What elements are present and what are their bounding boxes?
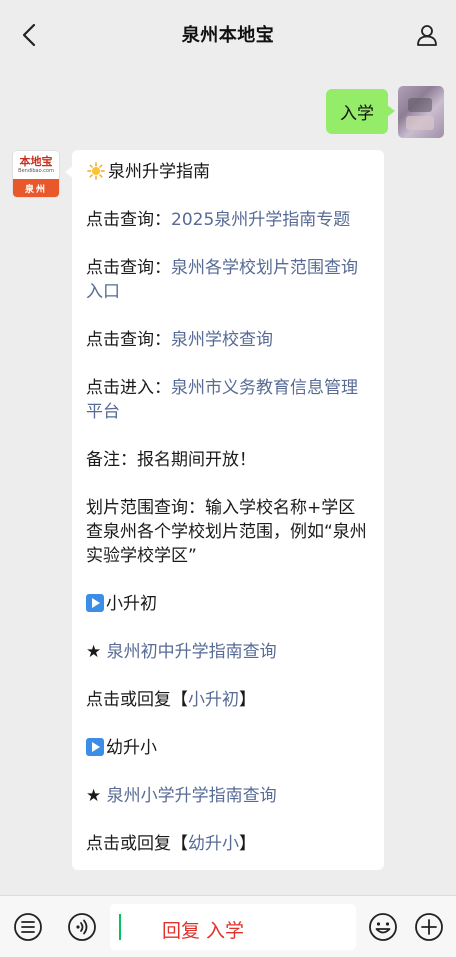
link-primary-school-guide[interactable]: 泉州小学升学指南查询	[107, 786, 277, 806]
star-item: ★ 泉州初中升学指南查询	[86, 640, 370, 664]
reply-suffix: 】	[239, 690, 256, 710]
user-avatar[interactable]	[398, 86, 444, 138]
voice-icon	[68, 913, 96, 941]
draft-text: 回复 入学	[162, 920, 245, 942]
chat-header: 泉州本地宝	[0, 0, 456, 68]
link-reply-youshengxiao[interactable]: 幼升小	[188, 834, 239, 854]
query-prefix: 点击进入：	[86, 378, 171, 398]
reply-suffix: 】	[239, 834, 256, 854]
person-icon	[417, 25, 437, 46]
link-school-query[interactable]: 泉州学校查询	[171, 330, 273, 350]
menu-button[interactable]	[12, 911, 44, 943]
section-title-text: 幼升小	[106, 738, 157, 758]
chevron-left-icon	[22, 23, 36, 47]
menu-icon	[14, 913, 42, 941]
note-text: 备注：报名期间开放！	[86, 450, 256, 470]
message-input[interactable]: 回复 入学	[110, 904, 356, 950]
input-bar: 回复 入学	[0, 895, 456, 957]
range-query-text: 划片范围查询：输入学校名称+学区查泉州各个学校划片范围，例如“泉州实验学校学区”	[86, 498, 367, 566]
section-title-text: 小升初	[106, 594, 157, 614]
query-item: 点击查询：泉州各学校划片范围查询入口	[86, 256, 370, 304]
user-message-text: 入学	[340, 104, 374, 124]
star-icon: ★	[86, 786, 107, 806]
reply-item: 点击或回复【幼升小】	[86, 832, 370, 856]
star-icon: ★	[86, 642, 107, 662]
emoji-icon	[369, 913, 397, 941]
plus-button[interactable]	[413, 911, 445, 943]
bot-message-bubble: 泉州升学指南 点击查询：2025泉州升学指南专题 点击查询：泉州各学校划片范围查…	[65, 150, 384, 870]
link-guide-topic[interactable]: 2025泉州升学指南专题	[171, 210, 350, 230]
chat-area[interactable]: 入学 本地宝 Bendibao.com 泉州 泉州升学指南 点击查询：2025泉…	[0, 68, 456, 895]
chat-title: 泉州本地宝	[181, 25, 275, 46]
logo-main-text: 本地宝	[19, 154, 53, 168]
star-item: ★ 泉州小学升学指南查询	[86, 784, 370, 808]
reply-prefix: 点击或回复【	[86, 690, 188, 710]
query-prefix: 点击查询：	[86, 330, 171, 350]
emoji-button[interactable]	[367, 911, 399, 943]
bot-avatar[interactable]: 本地宝 Bendibao.com 泉州	[12, 150, 60, 198]
query-item: 点击查询：泉州学校查询	[86, 328, 370, 352]
bot-message-row: 本地宝 Bendibao.com 泉州 泉州升学指南 点击查询：2025泉州升学…	[12, 150, 384, 870]
logo-sub-text: Bendibao.com	[18, 167, 54, 174]
plus-icon	[415, 913, 443, 941]
user-message-bubble[interactable]: 入学	[326, 89, 395, 134]
logo-city-text: 泉州	[13, 179, 59, 197]
reply-prefix: 点击或回复【	[86, 834, 188, 854]
query-item: 点击进入：泉州市义务教育信息管理平台	[86, 376, 370, 424]
bot-heading: 泉州升学指南	[86, 160, 370, 184]
user-message-row: 入学	[326, 86, 444, 138]
bot-heading-text: 泉州升学指南	[108, 162, 210, 182]
sun-icon	[87, 162, 105, 180]
back-button[interactable]	[14, 20, 44, 50]
query-prefix: 点击查询：	[86, 210, 171, 230]
query-item: 点击查询：2025泉州升学指南专题	[86, 208, 370, 232]
section-youshengxiao-title: 幼升小	[86, 736, 370, 760]
section-xiaoshengchu-title: 小升初	[86, 592, 370, 616]
profile-button[interactable]	[412, 20, 442, 50]
text-caret	[119, 914, 121, 940]
play-icon	[86, 594, 104, 612]
link-middle-school-guide[interactable]: 泉州初中升学指南查询	[107, 642, 277, 662]
query-prefix: 点击查询：	[86, 258, 171, 278]
link-reply-xiaoshengchu[interactable]: 小升初	[188, 690, 239, 710]
bendibao-logo: 本地宝 Bendibao.com	[13, 151, 59, 179]
reply-item: 点击或回复【小升初】	[86, 688, 370, 712]
play-icon	[86, 738, 104, 756]
voice-button[interactable]	[66, 911, 98, 943]
